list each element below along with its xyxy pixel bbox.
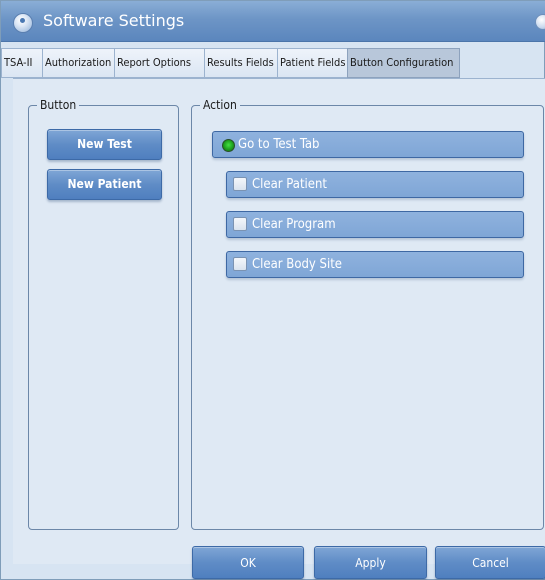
- clear-program-label: Clear Program: [252, 217, 336, 232]
- settings-app-icon: [13, 13, 33, 33]
- tab-report-options[interactable]: Report Options: [114, 48, 204, 78]
- tab-button-configuration[interactable]: Button Configuration: [347, 48, 460, 78]
- clear-patient-label: Clear Patient: [252, 177, 327, 192]
- title-bar: Software Settings: [1, 1, 545, 42]
- clear-program-checkbox[interactable]: [233, 217, 247, 231]
- new-patient-button[interactable]: New Patient: [47, 169, 162, 200]
- cancel-button[interactable]: Cancel: [435, 546, 545, 579]
- close-icon[interactable]: [535, 14, 545, 30]
- action-group-title: Action: [200, 97, 240, 113]
- ok-button[interactable]: OK: [192, 546, 304, 579]
- software-settings-window: Software Settings TSA-II Authorization R…: [0, 0, 545, 580]
- tab-authorization[interactable]: Authorization: [42, 48, 114, 78]
- clear-patient-option[interactable]: Clear Patient: [226, 171, 524, 198]
- selected-radio-icon[interactable]: [222, 139, 235, 152]
- go-to-test-tab-label: Go to Test Tab: [238, 137, 320, 152]
- apply-button[interactable]: Apply: [314, 546, 427, 579]
- go-to-test-tab-option[interactable]: Go to Test Tab: [212, 131, 524, 158]
- action-group-box: Action: [191, 97, 544, 530]
- window-title: Software Settings: [43, 11, 185, 30]
- tab-patient-fields[interactable]: Patient Fields: [277, 48, 347, 78]
- clear-body-site-checkbox[interactable]: [233, 257, 247, 271]
- clear-body-site-option[interactable]: Clear Body Site: [226, 251, 524, 278]
- tab-tsa-ii[interactable]: TSA-II: [1, 48, 42, 78]
- new-test-button[interactable]: New Test: [47, 129, 162, 160]
- clear-patient-checkbox[interactable]: [233, 177, 247, 191]
- clear-program-option[interactable]: Clear Program: [226, 211, 524, 238]
- button-group-title: Button: [37, 97, 80, 113]
- tab-strip: TSA-II Authorization Report Options Resu…: [1, 48, 460, 78]
- tab-results-fields[interactable]: Results Fields: [204, 48, 277, 78]
- clear-body-site-label: Clear Body Site: [252, 257, 342, 272]
